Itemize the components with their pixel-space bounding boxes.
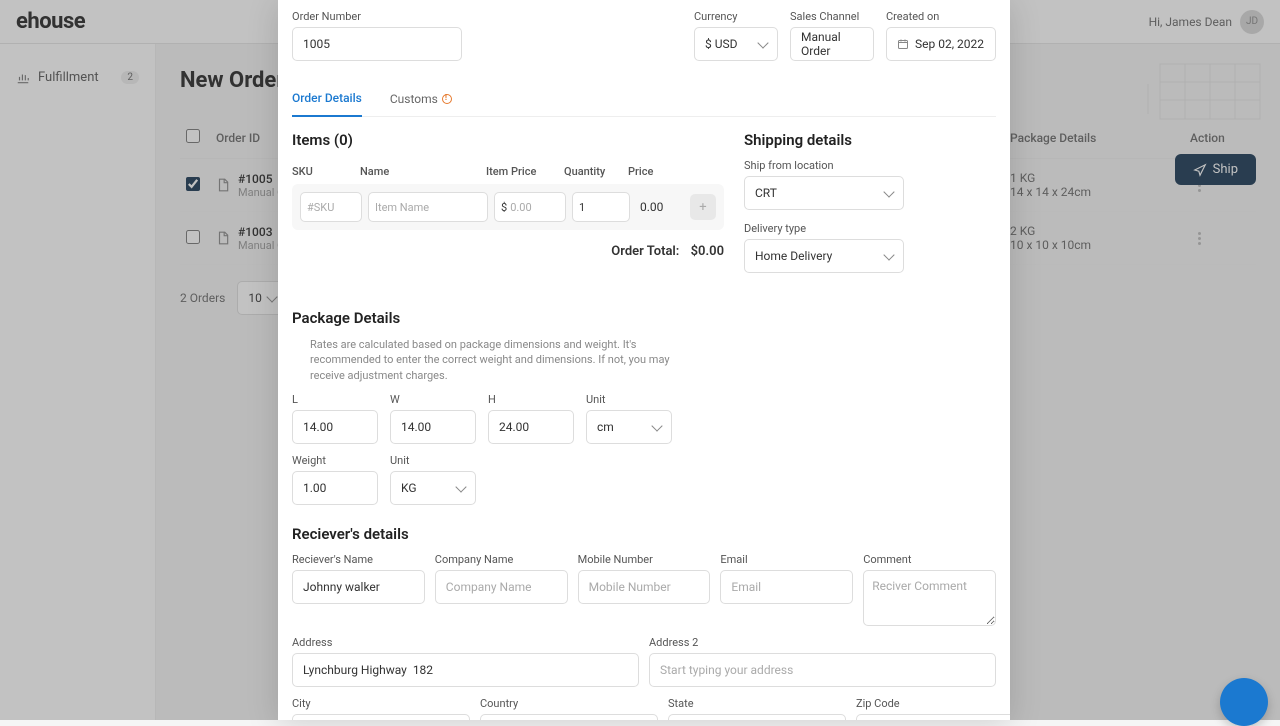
dim-unit-select[interactable]: cm: [586, 410, 672, 444]
receiver-title: Reciever's details: [292, 525, 996, 543]
height-label: H: [488, 393, 574, 406]
length-label: L: [292, 393, 378, 406]
sales-channel-value: Manual Order: [790, 27, 874, 61]
height-input[interactable]: [488, 410, 574, 444]
dim-unit-value: cm: [597, 420, 614, 434]
created-on-field: Created on Sep 02, 2022: [886, 10, 996, 61]
currency-value: $ USD: [705, 37, 738, 51]
order-number-input[interactable]: [292, 27, 462, 61]
line-price: 0.00: [636, 200, 684, 214]
order-modal: Order Number Currency $ USD Sales Channe…: [278, 0, 1010, 720]
chevron-down-icon: [883, 249, 894, 260]
order-total-value: $0.00: [691, 244, 724, 259]
item-price-input[interactable]: $ 0.00: [494, 192, 566, 222]
recv-comment-label: Comment: [863, 553, 996, 566]
add-item-button[interactable]: +: [690, 194, 716, 220]
tab-order-details[interactable]: Order Details: [292, 85, 362, 117]
sku-input[interactable]: [300, 192, 362, 222]
warning-icon: [442, 94, 452, 104]
chevron-down-icon: [883, 186, 894, 197]
col-price: Price: [628, 165, 676, 178]
dim-unit-label: Unit: [586, 393, 672, 406]
sales-channel-field: Sales Channel Manual Order: [790, 10, 874, 61]
currency-select[interactable]: $ USD: [694, 27, 778, 61]
recv-email-label: Email: [720, 553, 853, 566]
order-number-field: Order Number: [292, 10, 462, 61]
recv-state-input[interactable]: [668, 714, 846, 720]
col-sku: SKU: [292, 165, 354, 178]
ship-from-label: Ship from location: [744, 159, 1010, 172]
chevron-down-icon: [651, 420, 662, 431]
price-placeholder: 0.00: [510, 201, 531, 214]
tab-customs[interactable]: Customs: [390, 85, 452, 116]
calendar-icon: [897, 38, 909, 50]
weight-label: Weight: [292, 454, 378, 467]
recv-company-input[interactable]: [435, 570, 568, 604]
width-label: W: [390, 393, 476, 406]
ship-from-value: CRT: [755, 186, 777, 200]
shipping-title: Shipping details: [744, 131, 1010, 149]
width-input[interactable]: [390, 410, 476, 444]
items-title: Items (0): [292, 131, 724, 149]
weight-unit-value: KG: [401, 481, 417, 495]
created-date-text: Sep 02, 2022: [915, 37, 984, 51]
delivery-type-select[interactable]: Home Delivery: [744, 239, 904, 273]
chevron-down-icon: [455, 481, 466, 492]
delivery-type-label: Delivery type: [744, 222, 1010, 235]
tab-customs-label: Customs: [390, 92, 438, 106]
recv-address2-label: Address 2: [649, 636, 996, 649]
recv-zip-input[interactable]: [856, 714, 1010, 720]
currency-label: Currency: [694, 10, 778, 23]
weight-unit-select[interactable]: KG: [390, 471, 476, 505]
recv-city-label: City: [292, 697, 470, 710]
chat-fab[interactable]: [1220, 678, 1268, 726]
qty-input[interactable]: [572, 192, 630, 222]
ship-from-select[interactable]: CRT: [744, 176, 904, 210]
recv-name-label: Reciever's Name: [292, 553, 425, 566]
length-input[interactable]: [292, 410, 378, 444]
recv-address-input[interactable]: [292, 653, 639, 687]
items-head: SKU Name Item Price Quantity Price: [292, 159, 724, 184]
sales-channel-label: Sales Channel: [790, 10, 874, 23]
currency-field: Currency $ USD: [694, 10, 778, 61]
recv-mobile-input[interactable]: [578, 570, 711, 604]
order-number-label: Order Number: [292, 10, 462, 23]
package-title: Package Details: [292, 309, 996, 327]
recv-email-input[interactable]: [720, 570, 853, 604]
weight-input[interactable]: [292, 471, 378, 505]
recv-zip-label: Zip Code: [856, 697, 1010, 710]
item-row: $ 0.00 0.00: [300, 192, 684, 222]
recv-company-label: Company Name: [435, 553, 568, 566]
recv-country-input[interactable]: [480, 714, 658, 720]
recv-city-input[interactable]: [292, 714, 470, 720]
col-item-price: Item Price: [486, 165, 558, 178]
created-on-label: Created on: [886, 10, 996, 23]
col-name: Name: [360, 165, 480, 178]
col-quantity: Quantity: [564, 165, 622, 178]
delivery-type-value: Home Delivery: [755, 249, 832, 263]
recv-address2-input[interactable]: [649, 653, 996, 687]
package-help-text: Rates are calculated based on package di…: [310, 337, 690, 383]
weight-unit-label: Unit: [390, 454, 476, 467]
recv-state-label: State: [668, 697, 846, 710]
recv-address-label: Address: [292, 636, 639, 649]
price-prefix: $: [501, 201, 507, 214]
item-name-input[interactable]: [368, 192, 488, 222]
recv-name-input[interactable]: [292, 570, 425, 604]
created-on-value[interactable]: Sep 02, 2022: [886, 27, 996, 61]
order-total-label: Order Total:: [611, 244, 679, 259]
recv-comment-input[interactable]: [863, 570, 996, 626]
recv-country-label: Country: [480, 697, 658, 710]
recv-mobile-label: Mobile Number: [578, 553, 711, 566]
chevron-down-icon: [757, 37, 768, 48]
